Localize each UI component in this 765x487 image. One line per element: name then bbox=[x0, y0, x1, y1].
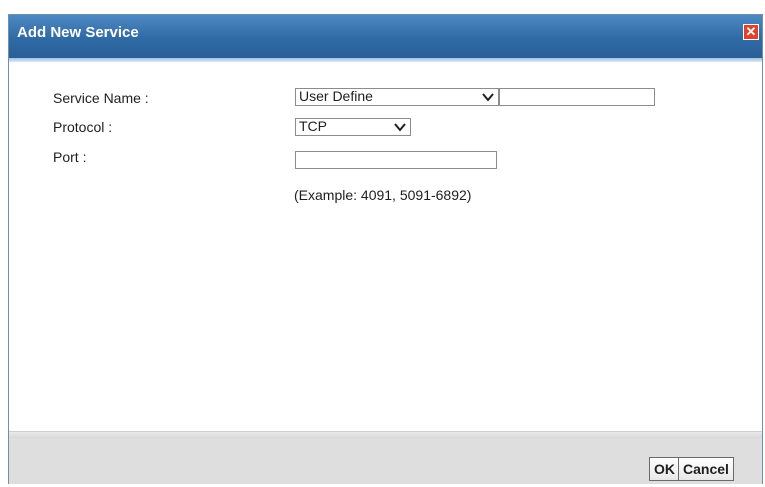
add-new-service-dialog: Add New Service ✕ Service Name : User De… bbox=[8, 14, 763, 484]
protocol-selected: TCP bbox=[299, 118, 327, 134]
port-example-hint: (Example: 4091, 5091-6892) bbox=[294, 187, 472, 203]
footer-strip bbox=[9, 432, 762, 438]
dialog-footer: OK Cancel bbox=[9, 431, 762, 484]
close-icon: ✕ bbox=[745, 24, 757, 39]
service-name-selected: User Define bbox=[299, 88, 373, 104]
ok-button[interactable]: OK bbox=[649, 457, 680, 481]
protocol-select[interactable]: TCP bbox=[295, 118, 411, 136]
dialog-titlebar[interactable]: Add New Service ✕ bbox=[9, 15, 762, 58]
protocol-label: Protocol : bbox=[53, 119, 113, 135]
service-name-select[interactable]: User Define bbox=[295, 88, 499, 106]
port-input[interactable] bbox=[295, 151, 497, 169]
chevron-down-icon bbox=[482, 93, 494, 102]
dialog-title: Add New Service bbox=[17, 24, 139, 41]
close-button[interactable]: ✕ bbox=[743, 24, 759, 40]
port-label: Port : bbox=[53, 149, 87, 165]
titlebar-accent bbox=[9, 58, 762, 62]
cancel-button[interactable]: Cancel bbox=[678, 457, 734, 481]
chevron-down-icon bbox=[394, 123, 406, 132]
service-name-custom-input[interactable] bbox=[499, 88, 655, 106]
service-name-label: Service Name : bbox=[53, 90, 149, 106]
